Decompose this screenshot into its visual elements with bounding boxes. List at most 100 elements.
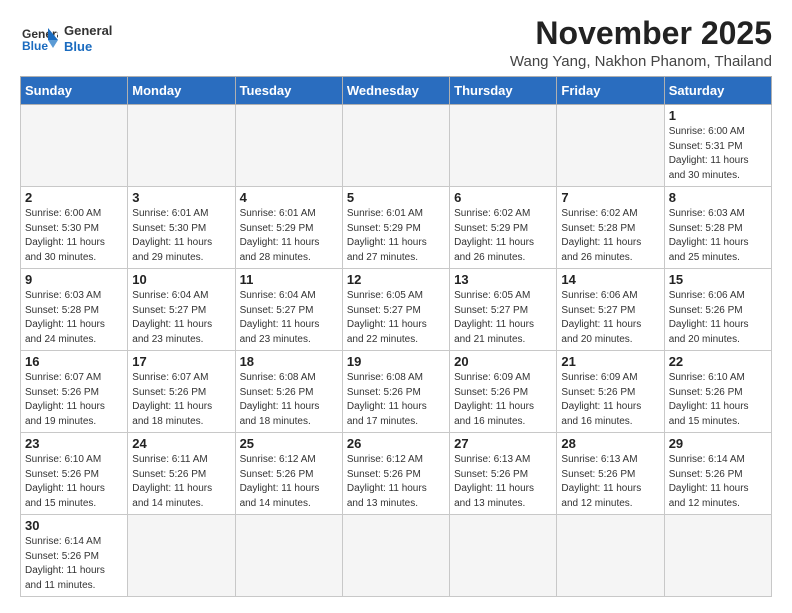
day-info: Sunrise: 6:01 AM Sunset: 5:30 PM Dayligh… <box>132 207 230 265</box>
table-row: 28 Sunrise: 6:13 AM Sunset: 5:26 PM Dayli… <box>557 433 664 515</box>
day-number: 16 <box>25 354 123 369</box>
table-row: 19 Sunrise: 6:08 AM Sunset: 5:26 PM Dayli… <box>342 351 449 433</box>
table-row <box>450 105 557 187</box>
table-row: 25Sunrise: 6:12 AM Sunset: 5:26 PM Dayli… <box>235 433 342 515</box>
day-info: Sunrise: 6:01 AM Sunset: 5:29 PM Dayligh… <box>347 207 445 265</box>
header-saturday: Saturday <box>664 77 771 105</box>
day-number: 21 <box>561 354 659 369</box>
table-row: 13 Sunrise: 6:05 AM Sunset: 5:27 PM Dayli… <box>450 269 557 351</box>
day-number: 3 <box>132 190 230 205</box>
day-info: Sunrise: 6:03 AM Sunset: 5:28 PM Dayligh… <box>669 207 767 265</box>
day-number: 5 <box>347 190 445 205</box>
day-info: Sunrise: 6:06 AM Sunset: 5:26 PM Dayligh… <box>669 289 767 347</box>
day-info: Sunrise: 6:08 AM Sunset: 5:26 PM Dayligh… <box>240 371 338 429</box>
table-row: 20 Sunrise: 6:09 AM Sunset: 5:26 PM Dayli… <box>450 351 557 433</box>
day-info: Sunrise: 6:13 AM Sunset: 5:26 PM Dayligh… <box>561 453 659 511</box>
table-row: 30Sunrise: 6:14 AM Sunset: 5:26 PM Dayli… <box>21 515 128 597</box>
day-info: Sunrise: 6:09 AM Sunset: 5:26 PM Dayligh… <box>454 371 552 429</box>
day-info: Sunrise: 6:07 AM Sunset: 5:26 PM Dayligh… <box>25 371 123 429</box>
table-row: 10 Sunrise: 6:04 AM Sunset: 5:27 PM Dayli… <box>128 269 235 351</box>
day-number: 29 <box>669 436 767 451</box>
table-row: 18 Sunrise: 6:08 AM Sunset: 5:26 PM Dayli… <box>235 351 342 433</box>
calendar-row: 1 Sunrise: 6:00 AM Sunset: 5:31 PM Daylig… <box>21 105 772 187</box>
table-row: 21Sunrise: 6:09 AM Sunset: 5:26 PM Dayli… <box>557 351 664 433</box>
calendar-row: 16 Sunrise: 6:07 AM Sunset: 5:26 PM Dayli… <box>21 351 772 433</box>
day-number: 9 <box>25 272 123 287</box>
day-number: 28 <box>561 436 659 451</box>
table-row: 24Sunrise: 6:11 AM Sunset: 5:26 PM Dayli… <box>128 433 235 515</box>
day-info: Sunrise: 6:08 AM Sunset: 5:26 PM Dayligh… <box>347 371 445 429</box>
table-row: 27Sunrise: 6:13 AM Sunset: 5:26 PM Dayli… <box>450 433 557 515</box>
day-number: 10 <box>132 272 230 287</box>
calendar-row: 2 Sunrise: 6:00 AM Sunset: 5:30 PM Daylig… <box>21 187 772 269</box>
day-info: Sunrise: 6:05 AM Sunset: 5:27 PM Dayligh… <box>454 289 552 347</box>
table-row: 1 Sunrise: 6:00 AM Sunset: 5:31 PM Daylig… <box>664 105 771 187</box>
table-row <box>557 105 664 187</box>
table-row: 5 Sunrise: 6:01 AM Sunset: 5:29 PM Daylig… <box>342 187 449 269</box>
day-number: 8 <box>669 190 767 205</box>
day-info: Sunrise: 6:14 AM Sunset: 5:26 PM Dayligh… <box>25 535 123 593</box>
table-row <box>342 105 449 187</box>
day-number: 12 <box>347 272 445 287</box>
table-row: 17Sunrise: 6:07 AM Sunset: 5:26 PM Dayli… <box>128 351 235 433</box>
table-row: 3 Sunrise: 6:01 AM Sunset: 5:30 PM Daylig… <box>128 187 235 269</box>
table-row: 15Sunrise: 6:06 AM Sunset: 5:26 PM Dayli… <box>664 269 771 351</box>
calendar-row: 23 Sunrise: 6:10 AM Sunset: 5:26 PM Dayli… <box>21 433 772 515</box>
table-row: 7 Sunrise: 6:02 AM Sunset: 5:28 PM Daylig… <box>557 187 664 269</box>
day-info: Sunrise: 6:02 AM Sunset: 5:28 PM Dayligh… <box>561 207 659 265</box>
day-info: Sunrise: 6:00 AM Sunset: 5:30 PM Dayligh… <box>25 207 123 265</box>
table-row <box>128 515 235 597</box>
page-subtitle: Wang Yang, Nakhon Phanom, Thailand <box>510 53 772 70</box>
day-info: Sunrise: 6:12 AM Sunset: 5:26 PM Dayligh… <box>347 453 445 511</box>
day-info: Sunrise: 6:04 AM Sunset: 5:27 PM Dayligh… <box>240 289 338 347</box>
day-number: 6 <box>454 190 552 205</box>
table-row <box>21 105 128 187</box>
page: General Blue General Blue November 2025 … <box>0 0 792 613</box>
table-row <box>664 515 771 597</box>
table-row <box>450 515 557 597</box>
day-info: Sunrise: 6:00 AM Sunset: 5:31 PM Dayligh… <box>669 125 767 183</box>
day-info: Sunrise: 6:04 AM Sunset: 5:27 PM Dayligh… <box>132 289 230 347</box>
table-row <box>557 515 664 597</box>
table-row: 6 Sunrise: 6:02 AM Sunset: 5:29 PM Daylig… <box>450 187 557 269</box>
table-row <box>235 515 342 597</box>
day-number: 17 <box>132 354 230 369</box>
day-number: 7 <box>561 190 659 205</box>
calendar-row: 9 Sunrise: 6:03 AM Sunset: 5:28 PM Daylig… <box>21 269 772 351</box>
day-info: Sunrise: 6:13 AM Sunset: 5:26 PM Dayligh… <box>454 453 552 511</box>
day-number: 1 <box>669 108 767 123</box>
day-number: 24 <box>132 436 230 451</box>
day-number: 25 <box>240 436 338 451</box>
header-friday: Friday <box>557 77 664 105</box>
day-number: 14 <box>561 272 659 287</box>
calendar-table: Sunday Monday Tuesday Wednesday Thursday… <box>20 76 772 597</box>
day-info: Sunrise: 6:01 AM Sunset: 5:29 PM Dayligh… <box>240 207 338 265</box>
day-number: 23 <box>25 436 123 451</box>
day-info: Sunrise: 6:03 AM Sunset: 5:28 PM Dayligh… <box>25 289 123 347</box>
day-info: Sunrise: 6:10 AM Sunset: 5:26 PM Dayligh… <box>25 453 123 511</box>
table-row: 29 Sunrise: 6:14 AM Sunset: 5:26 PM Dayli… <box>664 433 771 515</box>
table-row: 12 Sunrise: 6:05 AM Sunset: 5:27 PM Dayli… <box>342 269 449 351</box>
table-row: 14Sunrise: 6:06 AM Sunset: 5:27 PM Dayli… <box>557 269 664 351</box>
table-row <box>342 515 449 597</box>
table-row: 16 Sunrise: 6:07 AM Sunset: 5:26 PM Dayli… <box>21 351 128 433</box>
day-number: 18 <box>240 354 338 369</box>
day-info: Sunrise: 6:05 AM Sunset: 5:27 PM Dayligh… <box>347 289 445 347</box>
weekday-header-row: Sunday Monday Tuesday Wednesday Thursday… <box>21 77 772 105</box>
day-info: Sunrise: 6:02 AM Sunset: 5:29 PM Dayligh… <box>454 207 552 265</box>
day-number: 2 <box>25 190 123 205</box>
page-title: November 2025 <box>510 16 772 51</box>
table-row <box>128 105 235 187</box>
day-info: Sunrise: 6:14 AM Sunset: 5:26 PM Dayligh… <box>669 453 767 511</box>
table-row: 22Sunrise: 6:10 AM Sunset: 5:26 PM Dayli… <box>664 351 771 433</box>
day-number: 19 <box>347 354 445 369</box>
header-sunday: Sunday <box>21 77 128 105</box>
day-number: 20 <box>454 354 552 369</box>
table-row: 11Sunrise: 6:04 AM Sunset: 5:27 PM Dayli… <box>235 269 342 351</box>
header-tuesday: Tuesday <box>235 77 342 105</box>
table-row: 8 Sunrise: 6:03 AM Sunset: 5:28 PM Daylig… <box>664 187 771 269</box>
header-wednesday: Wednesday <box>342 77 449 105</box>
day-info: Sunrise: 6:10 AM Sunset: 5:26 PM Dayligh… <box>669 371 767 429</box>
table-row: 26Sunrise: 6:12 AM Sunset: 5:26 PM Dayli… <box>342 433 449 515</box>
day-number: 13 <box>454 272 552 287</box>
